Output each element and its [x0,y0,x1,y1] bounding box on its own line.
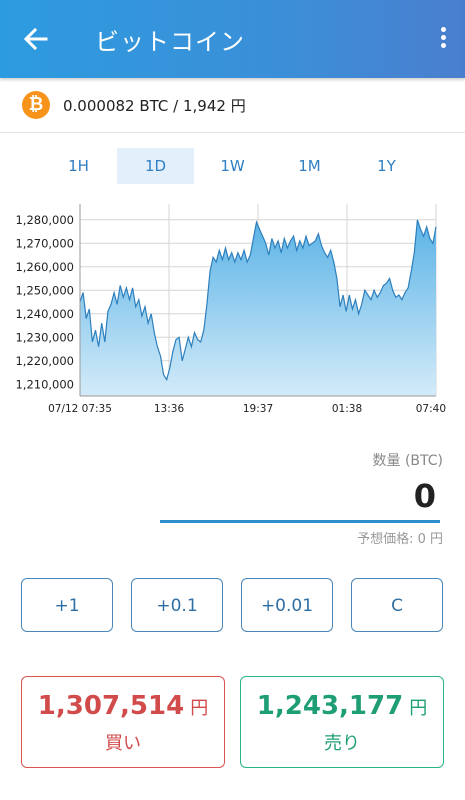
y-tick-label: 1,230,000 [15,330,74,344]
sell-price: 1,243,177 円 [241,691,443,721]
y-tick-label: 1,280,000 [15,213,74,227]
page-title: ビットコイン [95,28,245,56]
y-tick-label: 1,210,000 [15,377,74,391]
holding-amount: 0.000082 BTC / 1,942 円 [63,97,246,115]
add-1-button[interactable]: +1 [21,578,113,632]
add-0.1-button[interactable]: +0.1 [131,578,223,632]
x-tick-label: 19:37 [243,403,273,415]
tab-1d[interactable]: 1D [117,148,194,184]
y-tick-label: 1,240,000 [15,307,74,321]
clear-button[interactable]: C [351,578,443,632]
buy-price: 1,307,514 円 [22,691,224,721]
add-0.01-button[interactable]: +0.01 [241,578,333,632]
tab-1y[interactable]: 1Y [348,148,425,184]
y-tick-label: 1,250,000 [15,283,74,297]
more-vertical-icon [435,27,451,48]
y-tick-label: 1,260,000 [15,260,74,274]
tab-1m[interactable]: 1M [271,148,348,184]
quantity-input[interactable]: 0 [160,472,440,523]
sell-price-value: 1,243,177 [256,691,404,721]
back-button[interactable] [18,21,54,57]
arrow-left-icon [23,27,48,51]
period-tabs: 1H 1D 1W 1M 1Y [40,148,425,184]
y-tick-label: 1,220,000 [15,354,74,368]
price-chart: 1,280,000 1,270,000 1,260,000 1,250,000 1,24… [15,204,446,415]
buy-label: 買い [105,733,141,754]
bitcoin-icon: ₿ [22,91,50,119]
app-bar: ビットコイン [0,0,465,78]
buy-button[interactable]: 1,307,514 円 買い [21,676,225,768]
holding-summary: ₿ 0.000082 BTC / 1,942 円 [0,78,465,133]
tab-1h[interactable]: 1H [40,148,117,184]
sell-currency: 円 [409,698,428,719]
quantity-label: 数量 (BTC) [372,453,444,469]
tab-1w[interactable]: 1W [194,148,271,184]
x-tick-label: 13:36 [154,403,185,415]
x-tick-label: 07:40 [416,403,446,415]
buy-currency: 円 [190,698,209,719]
estimated-price: 予想価格: 0 円 [357,532,443,547]
price-area [80,219,436,396]
sell-label: 売り [324,733,360,754]
y-tick-label: 1,270,000 [15,236,74,250]
more-options-button[interactable] [435,24,451,56]
x-tick-label: 01:38 [332,403,362,415]
quantity-value: 0 [413,477,436,515]
x-tick-label: 07/12 07:35 [48,403,112,415]
sell-button[interactable]: 1,243,177 円 売り [240,676,444,768]
buy-price-value: 1,307,514 [37,691,185,721]
